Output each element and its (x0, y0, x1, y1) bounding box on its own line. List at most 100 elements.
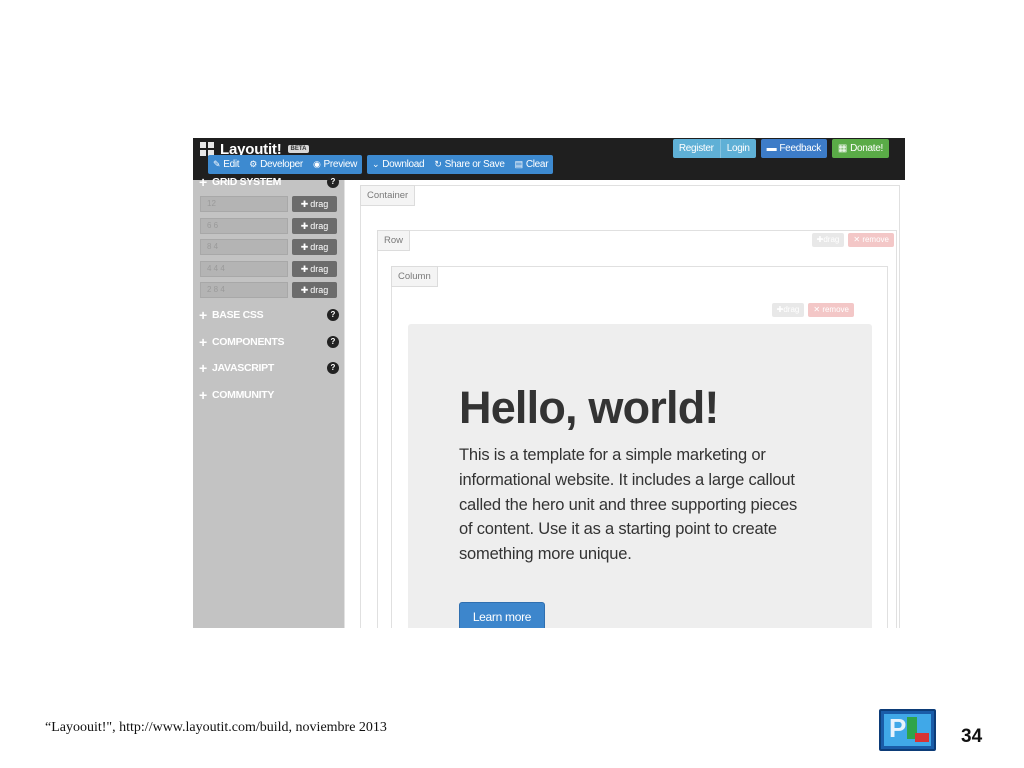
help-icon[interactable]: ? (327, 176, 339, 188)
grid-columns-input[interactable]: 6 6 (200, 218, 288, 234)
column-controls: ✚drag ✕ remove (771, 303, 854, 317)
auth-group: Register Login (672, 139, 756, 158)
grid-row-12: 12 ✚ drag (200, 196, 337, 212)
sidebar-section-grid-system[interactable]: + GRID SYSTEM ? (199, 174, 339, 190)
feedback-label: Feedback (779, 143, 821, 154)
sidebar-section-base-css[interactable]: + BASE CSS ? (199, 307, 339, 323)
drag-label: drag (310, 221, 329, 231)
donate-button[interactable]: ▦ Donate! (832, 139, 889, 158)
edit-label: Edit (223, 159, 240, 170)
grid-columns-input[interactable]: 12 (200, 196, 288, 212)
row-controls: ✚drag ✕ remove (811, 233, 894, 247)
drag-label: drag (783, 305, 800, 314)
source-caption: “Layoouit!", http://www.layoutit.com/bui… (45, 720, 387, 735)
grid-row-8-4: 8 4 ✚ drag (200, 239, 337, 255)
grid-columns-input[interactable]: 2 8 4 (200, 282, 288, 298)
grid-columns-input[interactable]: 4 4 4 (200, 261, 288, 277)
feedback-button[interactable]: ▬ Feedback (761, 139, 827, 158)
row-drag-button[interactable]: ✚drag (811, 233, 845, 247)
sidebar-section-label: BASE CSS (212, 309, 264, 321)
hero-unit[interactable]: Hello, world! This is a template for a s… (408, 324, 872, 628)
plus-icon: + (199, 174, 208, 190)
container-label: Container (360, 185, 416, 206)
edit-icon: ✎ (213, 159, 221, 169)
sidebar-section-components[interactable]: + COMPONENTS ? (199, 334, 339, 350)
help-icon[interactable]: ? (327, 336, 339, 348)
drag-handle[interactable]: ✚ drag (292, 282, 337, 298)
container-element[interactable]: Container Row ✚drag ✕ remove Column ✚dra… (360, 185, 900, 628)
hero-text: This is a template for a simple marketin… (459, 446, 798, 564)
close-icon: ✕ (813, 305, 821, 314)
grid-row-2-8-4: 2 8 4 ✚ drag (200, 282, 337, 298)
learn-more-button[interactable]: Learn more (459, 602, 545, 628)
chevron-down-icon: ⌄ (372, 159, 380, 169)
eye-icon: ◉ (312, 159, 321, 169)
toolbar: ✎ Edit ⚙ Developer ◉ Preview ⌄ Download (208, 155, 554, 174)
register-button[interactable]: Register (673, 139, 720, 158)
download-button[interactable]: ⌄ Download (367, 155, 429, 174)
share-button[interactable]: ↻ Share or Save (429, 155, 509, 174)
drag-label: drag (310, 242, 329, 252)
move-icon: ✚ (300, 284, 309, 295)
drag-label: drag (310, 199, 329, 209)
grid-row-6-6: 6 6 ✚ drag (200, 218, 337, 234)
preview-label: Preview (323, 159, 358, 170)
logo-red-block (915, 733, 929, 742)
share-label: Share or Save (444, 159, 505, 170)
developer-label: Developer (260, 159, 303, 170)
plus-icon: + (199, 360, 208, 376)
column-label: Column (391, 266, 438, 287)
logo-mark-icon: P (889, 713, 907, 743)
gift-icon: ▦ (837, 143, 848, 154)
plus-icon: + (199, 387, 208, 403)
drag-handle[interactable]: ✚ drag (292, 239, 337, 255)
preview-button[interactable]: ◉ Preview (308, 155, 362, 174)
developer-icon: ⚙ (249, 159, 258, 169)
drag-handle[interactable]: ✚ drag (292, 261, 337, 277)
beta-badge: BETA (287, 145, 310, 153)
grid-row-4-4-4: 4 4 4 ✚ drag (200, 261, 337, 277)
drag-handle[interactable]: ✚ drag (292, 196, 337, 212)
hero-title: Hello, world! (459, 382, 719, 433)
help-icon[interactable]: ? (327, 362, 339, 374)
sidebar-section-label: GRID SYSTEM (212, 176, 282, 188)
move-icon: ✚ (300, 241, 309, 252)
account-buttons: Register Login ▬ Feedback ▦ Donate! (672, 139, 889, 158)
download-label: Download (382, 159, 425, 170)
grid-logo-icon (200, 142, 214, 156)
move-icon: ✚ (300, 198, 309, 209)
clear-button[interactable]: ▤ Clear (510, 155, 554, 174)
row-label: Row (377, 230, 411, 251)
remove-label: remove (822, 305, 849, 314)
drag-label: drag (823, 235, 840, 244)
comment-icon: ▬ (766, 143, 777, 154)
donate-label: Donate! (850, 143, 883, 154)
developer-button[interactable]: ⚙ Developer (244, 155, 308, 174)
row-element[interactable]: Row ✚drag ✕ remove Column ✚drag ✕ remove… (377, 230, 897, 628)
grid-columns-input[interactable]: 8 4 (200, 239, 288, 255)
refresh-icon: ↻ (434, 159, 442, 169)
edit-button[interactable]: ✎ Edit (208, 155, 244, 174)
layoutit-screenshot: Layoutit! BETA ✎ Edit ⚙ Developer ◉ Prev… (193, 138, 905, 628)
institution-logo: P (879, 709, 936, 751)
donate-group: ▦ Donate! (831, 139, 889, 158)
row-remove-button[interactable]: ✕ remove (848, 233, 894, 247)
sidebar-section-label: COMMUNITY (212, 389, 275, 401)
login-button[interactable]: Login (719, 139, 756, 158)
move-icon: ✚ (300, 263, 309, 274)
column-element[interactable]: Column ✚drag ✕ remove Hello, world! This… (391, 266, 888, 628)
drag-label: drag (310, 285, 329, 295)
close-icon: ✕ (853, 235, 861, 244)
sidebar-section-javascript[interactable]: + JAVASCRIPT ? (199, 360, 339, 376)
sidebar-section-label: JAVASCRIPT (212, 362, 274, 374)
layout-canvas: Container Row ✚drag ✕ remove Column ✚dra… (344, 180, 905, 628)
drag-label: drag (310, 264, 329, 274)
feedback-group: ▬ Feedback (760, 139, 827, 158)
remove-label: remove (862, 235, 889, 244)
column-drag-button[interactable]: ✚drag (771, 303, 805, 317)
sidebar-section-community[interactable]: + COMMUNITY (199, 387, 339, 403)
drag-handle[interactable]: ✚ drag (292, 218, 337, 234)
help-icon[interactable]: ? (327, 309, 339, 321)
column-remove-button[interactable]: ✕ remove (808, 303, 854, 317)
plus-icon: + (199, 307, 208, 323)
